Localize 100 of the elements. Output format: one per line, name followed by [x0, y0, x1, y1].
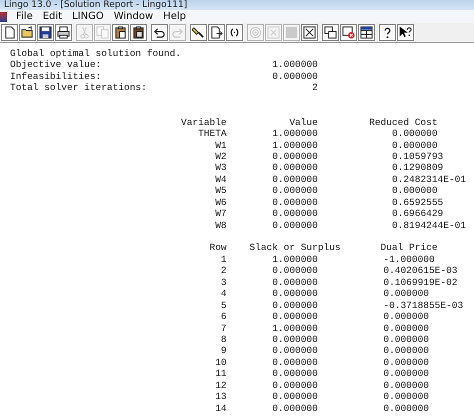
table-cell: -0.3718855E-03 — [383, 300, 464, 311]
table-cell: 0.000000 — [272, 265, 318, 276]
table-cell: 12 — [215, 380, 227, 391]
windows-icon — [324, 26, 337, 39]
table-cell: 0.8194244E-01 — [392, 220, 466, 231]
clipboard-icon — [114, 26, 127, 39]
table-cell: 0.000000 — [272, 220, 318, 231]
save-button[interactable] — [37, 24, 54, 41]
table-cell: 0.000000 — [272, 174, 318, 185]
table-cell: 0.2482314E-01 — [392, 174, 466, 185]
table-cell: W6 — [215, 196, 227, 208]
summary-value: 2 — [312, 82, 318, 94]
undo-icon — [153, 26, 166, 39]
table-cell: 7 — [220, 322, 227, 334]
menu-item[interactable]: File — [11, 10, 38, 23]
page-icon — [3, 26, 16, 39]
table-cell: 2 — [220, 265, 227, 276]
table-cell: W7 — [215, 208, 227, 220]
paste-button[interactable] — [112, 24, 129, 41]
undo-button[interactable] — [151, 24, 168, 41]
window-x-icon — [342, 26, 355, 39]
table-cell: 14 — [215, 402, 227, 414]
flashlight-icon — [192, 26, 205, 39]
column-header: Value — [289, 116, 318, 128]
table-cell: THETA — [198, 128, 227, 140]
table-cell: 0.000000 — [272, 276, 318, 288]
parentheses-icon — [228, 26, 241, 39]
table-cell: 0.000000 — [383, 334, 429, 345]
summary-label: Infeasibilities: — [10, 70, 102, 82]
print-button[interactable] — [55, 24, 72, 41]
context-help-button[interactable] — [397, 24, 414, 41]
summary-label: Total solver iterations: — [10, 82, 147, 94]
printer-icon — [57, 26, 70, 39]
menu-item[interactable]: Window — [108, 10, 158, 23]
table-cell: W1 — [215, 140, 227, 150]
square-icon — [285, 26, 298, 39]
menu-item[interactable]: Help — [158, 10, 191, 23]
table-cell: -1.000000 — [383, 254, 435, 265]
tile-button[interactable] — [358, 24, 375, 41]
open-button[interactable] — [19, 24, 36, 41]
table-cell: 0.000000 — [272, 185, 318, 196]
table-cell: 1.000000 — [272, 322, 318, 334]
table-cell: 1.000000 — [272, 128, 318, 140]
window-title: Lingo 13.0 - [Solution Report - Lingo111] — [3, 0, 188, 10]
table-cell: 0.000000 — [383, 391, 429, 402]
table-cell: W5 — [215, 185, 227, 196]
x-icon — [267, 26, 280, 39]
match-parentheses-button[interactable] — [226, 24, 243, 41]
redo-icon — [171, 26, 184, 39]
table-cell: 0.000000 — [383, 288, 429, 300]
table-cell: 0.6592555 — [392, 196, 444, 208]
column-header: Slack or Surplus — [249, 242, 341, 254]
go-to-button[interactable] — [208, 24, 225, 41]
summary-label: Objective value: — [10, 59, 102, 71]
new-button[interactable] — [1, 24, 18, 41]
table-cell: 0.000000 — [392, 128, 438, 140]
send-to-back-button[interactable] — [322, 24, 339, 41]
find-button[interactable] — [190, 24, 207, 41]
app-icon[interactable] — [0, 12, 7, 22]
table-cell: 0.000000 — [272, 380, 318, 391]
table-cell: 0.000000 — [383, 356, 429, 368]
copy-icon — [96, 26, 109, 39]
table-cell: 0.1290809 — [392, 162, 444, 174]
table-cell: 0.000000 — [272, 334, 318, 345]
menu-item[interactable]: LINGO — [67, 10, 109, 23]
scissors-icon — [78, 26, 91, 39]
table-cell: W2 — [215, 150, 227, 162]
clipboard-icon — [132, 26, 145, 39]
table-cell: 11 — [215, 368, 227, 380]
x-box-icon — [303, 26, 316, 39]
grid-icon — [360, 26, 373, 39]
table-cell: 0.1069919E-02 — [383, 276, 458, 288]
paste-special-button[interactable] — [130, 24, 147, 41]
table-cell: 0.000000 — [272, 150, 318, 162]
pointer-help-icon — [399, 26, 412, 39]
table-cell: 0.000000 — [392, 140, 438, 150]
table-cell: 8 — [220, 334, 227, 345]
table-cell: 0.000000 — [272, 368, 318, 380]
table-cell: 0.000000 — [272, 356, 318, 368]
table-cell: 0.000000 — [383, 380, 429, 391]
table-cell: W8 — [215, 220, 227, 231]
table-cell: 4 — [220, 288, 227, 300]
table-cell: 0.000000 — [272, 196, 318, 208]
table-cell: 0.000000 — [272, 311, 318, 322]
table-cell: 0.000000 — [272, 402, 318, 414]
table-cell: 0.000000 — [383, 311, 429, 322]
table-cell: 1.000000 — [272, 140, 318, 150]
target-icon — [249, 26, 262, 39]
help-button[interactable] — [379, 24, 396, 41]
close-all-button[interactable] — [340, 24, 357, 41]
table-cell: 0.000000 — [383, 402, 429, 414]
table-cell: 5 — [220, 300, 227, 311]
close-window-button[interactable] — [301, 24, 318, 41]
summary-value: 0.000000 — [272, 70, 318, 82]
column-header: Variable — [181, 116, 227, 128]
table-cell: 0.000000 — [272, 288, 318, 300]
summary-label: Global optimal solution found. — [10, 48, 182, 60]
table-cell: 6 — [220, 311, 227, 322]
menu-item[interactable]: Edit — [38, 10, 68, 23]
table-cell: 3 — [220, 276, 227, 288]
